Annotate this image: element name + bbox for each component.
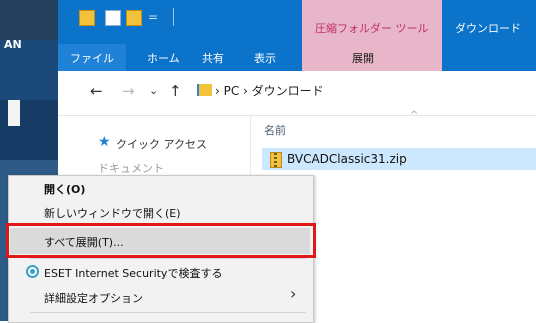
column-header-name[interactable]: 名前	[264, 122, 286, 138]
window-title: ダウンロード	[455, 22, 521, 35]
tab-share[interactable]: 共有	[202, 50, 224, 66]
desktop-icon[interactable]	[8, 100, 20, 126]
annotation-highlight	[6, 223, 316, 258]
properties-icon[interactable]	[105, 10, 121, 26]
eset-icon	[26, 265, 39, 278]
menu-separator	[30, 312, 306, 313]
qat-customize-icon[interactable]: =	[148, 10, 158, 24]
sort-caret-icon: ^	[410, 110, 419, 121]
qat-divider	[173, 8, 174, 26]
recent-locations-button[interactable]: ⌄	[149, 84, 158, 97]
tab-extract[interactable]: 展開	[352, 50, 374, 66]
up-button[interactable]: ↑	[169, 82, 182, 100]
back-button[interactable]: ←	[90, 82, 103, 100]
nav-item-quick-access[interactable]: クイック アクセス	[116, 136, 207, 152]
context-tab-group-title: 圧縮フォルダー ツール	[315, 22, 429, 35]
address-path[interactable]: › PC › ダウンロード	[215, 82, 324, 99]
forward-button[interactable]: →	[122, 82, 135, 100]
folder-icon	[197, 84, 212, 96]
new-folder-icon[interactable]	[126, 10, 142, 26]
menu-item-open-new-window[interactable]: 新しいウィンドウで開く(E)	[44, 205, 181, 221]
folder-icon[interactable]	[79, 10, 95, 26]
menu-separator	[30, 258, 306, 259]
ribbon-tab-bar	[58, 44, 536, 71]
menu-item-open[interactable]: 開く(O)	[44, 181, 85, 197]
submenu-arrow-icon: ›	[290, 284, 297, 303]
menu-item-advanced-options[interactable]: 詳細設定オプション	[44, 290, 143, 306]
desktop-label: AN	[4, 38, 22, 51]
zip-folder-icon	[270, 152, 282, 168]
tab-home[interactable]: ホーム	[147, 50, 180, 66]
menu-item-eset-scan[interactable]: ESET Internet Securityで検査する	[44, 265, 222, 281]
file-name[interactable]: BVCADClassic31.zip	[287, 152, 407, 166]
nav-item-documents[interactable]: ドキュメント	[98, 160, 164, 176]
star-icon: ★	[98, 134, 111, 150]
tab-file[interactable]: ファイル	[58, 44, 126, 71]
tab-view[interactable]: 表示	[254, 50, 276, 66]
